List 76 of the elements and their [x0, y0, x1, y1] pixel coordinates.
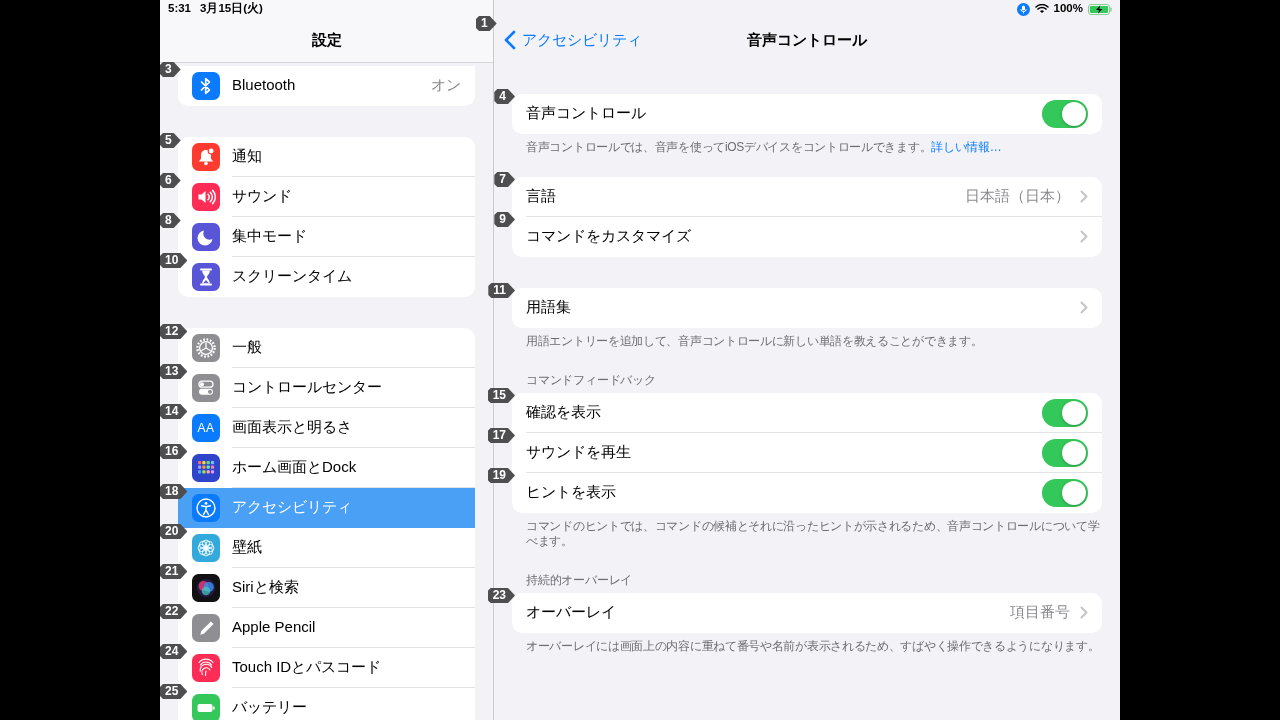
learn-more-link[interactable]: 詳しい情報…	[931, 140, 1002, 154]
settings-row[interactable]: 用語集	[512, 288, 1102, 328]
battery-percent: 100%	[1053, 1, 1083, 17]
accessibility-icon	[192, 494, 220, 522]
number-badge: 19	[487, 468, 515, 483]
moon-icon	[192, 223, 220, 251]
number-badge: 15	[487, 388, 515, 403]
number-badge: 7	[494, 172, 515, 187]
footer-text: 用語エントリーを追加して、音声コントロールに新しい単語を教えることができます。	[525, 333, 984, 349]
toggle-switch[interactable]	[1042, 478, 1088, 507]
footer-text: コマンドのヒントでは、コマンドの候補とそれに沿ったヒントが示されるため、音声コントロールについて学べます。	[525, 518, 1101, 549]
number-badge: 21	[160, 564, 188, 579]
setting-label: 確認を表示	[526, 402, 601, 423]
setting-label: サウンドを再生	[526, 442, 631, 463]
toggle-switch[interactable]	[1042, 398, 1088, 427]
number-badge: 9	[494, 212, 515, 227]
sidebar-item[interactable]: Bluetooth オン	[178, 66, 475, 106]
letters-icon: AA	[192, 414, 220, 442]
number-badge: 20	[160, 524, 188, 539]
setting-value: 日本語（日本）	[965, 186, 1070, 207]
settings-row[interactable]: 言語 日本語（日本）	[512, 177, 1102, 217]
speaker-icon	[192, 183, 220, 211]
switches-icon	[192, 374, 220, 402]
sidebar-item[interactable]: サウンド	[178, 177, 475, 217]
number-badge: 22	[160, 604, 188, 619]
pencil-icon	[192, 614, 220, 642]
page-title: 音声コントロール	[747, 29, 867, 50]
toggle-switch[interactable]	[1042, 99, 1088, 128]
status-value: オン	[431, 75, 461, 96]
chevron-icon	[1080, 606, 1088, 619]
fingerprint-icon	[192, 654, 220, 682]
number-badge: 10	[160, 253, 188, 268]
wifi-icon	[1034, 4, 1049, 14]
gear-icon	[192, 334, 220, 362]
number-badge: 1	[476, 16, 497, 31]
number-badge: 12	[160, 324, 188, 339]
number-badge: 17	[487, 428, 515, 443]
number-badge: 25	[160, 684, 188, 699]
footer-text: 音声コントロールでは、音声を使ってiOSデバイスをコントロールできます。詳しい情報…	[525, 139, 1003, 155]
settings-row[interactable]: コマンドをカスタマイズ	[512, 217, 1102, 257]
setting-value: 項目番号	[1010, 602, 1070, 623]
orb-icon	[192, 574, 220, 602]
number-badge: 16	[160, 444, 188, 459]
number-badge: 5	[160, 133, 181, 148]
number-badge: 14	[160, 404, 188, 419]
setting-label: ヒントを表示	[526, 482, 616, 503]
chevron-icon	[1080, 230, 1088, 243]
section-header: コマンドフィードバック	[525, 372, 657, 388]
number-badge: 24	[160, 644, 188, 659]
sidebar-item[interactable]: 通知	[178, 137, 475, 177]
sidebar-title: 設定	[311, 29, 342, 50]
number-badge: 11	[488, 283, 515, 298]
number-badge: 3	[160, 62, 181, 77]
hourglass-icon	[192, 263, 220, 291]
chevron-icon	[1080, 190, 1088, 203]
back-chevron-icon	[504, 30, 516, 50]
toggle-switch[interactable]	[1042, 438, 1088, 467]
status-time: 5:31	[168, 1, 192, 17]
microphone-icon	[1016, 2, 1030, 16]
bell-icon	[192, 143, 220, 171]
number-badge: 13	[160, 364, 188, 379]
bluetooth-icon	[192, 72, 220, 100]
footer-text: オーバーレイには画面上の内容に重ねて番号や名前が表示されるため、すばやく操作できるようになります。	[525, 638, 1101, 654]
number-badge: 4	[494, 89, 515, 104]
chevron-icon	[1080, 301, 1088, 314]
settings-row[interactable]: オーバーレイ 項目番号	[512, 593, 1102, 633]
section-header: 持続的オーバーレイ	[525, 572, 634, 588]
number-badge: 8	[160, 213, 181, 228]
number-badge: 18	[160, 484, 188, 499]
app-grid-icon	[192, 454, 220, 482]
status-date: 3月15日(火)	[200, 1, 263, 17]
number-badge: 23	[487, 588, 515, 603]
flower-icon	[192, 534, 220, 562]
number-badge: 6	[160, 173, 181, 188]
back-button[interactable]: アクセシビリティ	[504, 28, 642, 52]
setting-label: 音声コントロール	[526, 103, 646, 124]
